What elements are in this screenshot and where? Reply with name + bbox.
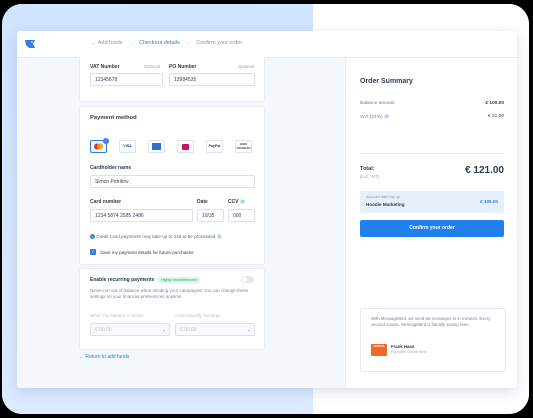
confirm-order-button[interactable]: Confirm your order bbox=[360, 220, 504, 237]
auto-recharge-label: Automatically recharge bbox=[175, 313, 221, 318]
recurring-payments-title: Enable recurring payments Highly recomme… bbox=[90, 277, 200, 283]
app-window: ← Add funds → Checkout details → Confirm… bbox=[17, 31, 517, 388]
return-to-add-funds-link[interactable]: ← Return to add funds bbox=[79, 354, 129, 360]
order-summary-panel: Order Summary Balance amount € 100.00 VA… bbox=[345, 58, 517, 388]
recurring-payments-toggle[interactable] bbox=[241, 276, 254, 283]
visa-icon: VISA bbox=[123, 144, 132, 148]
testimonial-name: Frank Haan bbox=[391, 344, 415, 349]
balance-amount-label: Balance amount bbox=[360, 101, 395, 106]
balance-amount-value: € 100.00 bbox=[485, 101, 504, 106]
top-bar: ← Add funds → Checkout details → Confirm… bbox=[17, 31, 517, 58]
payment-method-card: Payment method ✓ VISA PayPal BANK TRANSF… bbox=[79, 106, 265, 265]
breadcrumb-add-funds[interactable]: ← Add funds bbox=[91, 40, 123, 46]
recurring-description: Never run out of balance when sending yo… bbox=[90, 288, 249, 299]
payment-method-title: Payment method bbox=[90, 115, 137, 121]
balance-below-label: When my balance is below bbox=[90, 313, 144, 318]
arriva-logo-text: ARRIVA bbox=[373, 344, 385, 348]
total-value: € 121.00 bbox=[465, 165, 504, 176]
breadcrumb-checkout-details[interactable]: Checkout details bbox=[139, 40, 180, 46]
account-after-topup-box: Account after top up Hoodie Marketing € … bbox=[360, 191, 504, 213]
vat-number-label: VAT Number bbox=[90, 64, 120, 70]
breadcrumb-separator: → bbox=[128, 40, 134, 46]
vat-info-icon[interactable]: ? bbox=[384, 114, 390, 119]
breadcrumb-confirm-order[interactable]: Confirm your order bbox=[196, 40, 242, 46]
arriva-logo-icon: ARRIVA bbox=[371, 344, 387, 356]
payment-method-mastercard[interactable]: ✓ bbox=[90, 138, 109, 153]
ccv-info-icon[interactable]: ? bbox=[239, 199, 245, 205]
payment-method-visa[interactable]: VISA bbox=[119, 140, 136, 153]
recurring-payments-card: Enable recurring payments Highly recomme… bbox=[79, 268, 265, 350]
cardholder-name-input[interactable]: Simon Petrikov bbox=[90, 175, 255, 188]
bank-transfer-icon: BANK TRANSFER bbox=[236, 142, 251, 150]
payment-method-ideal[interactable] bbox=[177, 140, 194, 153]
recommended-badge: Highly recommended bbox=[157, 277, 200, 283]
save-details-label: Save my payment details for future purch… bbox=[100, 250, 194, 255]
auto-recharge-value: € 00.00 bbox=[180, 327, 197, 333]
account-name: Hoodie Marketing bbox=[366, 202, 405, 207]
device-frame: ← Add funds → Checkout details → Confirm… bbox=[2, 4, 529, 414]
chevron-down-icon: ▾ bbox=[247, 328, 250, 333]
processing-note: i Credit Card payments may take up to 24… bbox=[90, 234, 222, 240]
ccv-label: CCV ? bbox=[228, 199, 245, 205]
total-incl-vat-label: (Incl. VAT) bbox=[360, 174, 380, 179]
payment-method-amex[interactable] bbox=[148, 140, 165, 153]
brand-logo-icon[interactable] bbox=[23, 37, 37, 51]
summary-divider bbox=[360, 153, 504, 154]
testimonial-role: Founder, Online Bird bbox=[391, 350, 426, 354]
balance-amount-row: Balance amount € 100.00 bbox=[360, 101, 504, 106]
amex-icon bbox=[152, 143, 161, 150]
processing-help-icon[interactable]: ? bbox=[216, 234, 222, 240]
chevron-down-icon: ▾ bbox=[162, 328, 165, 333]
total-label: Total: bbox=[360, 166, 375, 172]
card-number-input[interactable]: 1234 5874 2585 2486 bbox=[90, 209, 193, 222]
po-number-label: PO Number bbox=[169, 64, 197, 70]
recurring-payments-title-text: Enable recurring payments bbox=[90, 277, 155, 283]
info-icon: i bbox=[90, 234, 95, 240]
cardholder-name-label: Cardholder name bbox=[90, 165, 132, 171]
paypal-icon: PayPal bbox=[208, 144, 221, 148]
ccv-input[interactable]: 000 bbox=[228, 209, 255, 222]
vat-value: € 21.00 bbox=[487, 114, 504, 119]
ccv-label-text: CCV bbox=[228, 199, 239, 205]
payment-methods-row: ✓ VISA PayPal BANK TRANSFER bbox=[90, 138, 260, 154]
account-value: € 105.00 bbox=[480, 199, 498, 204]
testimonial-card: With MessageBird, we send 5K messages to… bbox=[360, 308, 506, 372]
balance-below-value: € 00.00 bbox=[95, 327, 112, 333]
po-number-input[interactable]: 13984535 bbox=[169, 73, 255, 86]
vat-label: VAT (21%) bbox=[360, 114, 383, 120]
ideal-icon bbox=[182, 143, 189, 150]
breadcrumb: ← Add funds → Checkout details → Confirm… bbox=[91, 40, 246, 46]
vat-row: VAT (21%) ? € 21.00 bbox=[360, 114, 504, 120]
billing-details-card: VAT Number Optional 12345678 PO Number O… bbox=[79, 57, 265, 102]
processing-note-text: Credit Card payments may take up to 24h … bbox=[96, 234, 216, 239]
card-number-label: Card number bbox=[90, 199, 122, 205]
mastercard-icon bbox=[94, 143, 103, 150]
breadcrumb-separator: → bbox=[185, 40, 191, 46]
auto-recharge-select[interactable]: € 00.00 ▾ bbox=[175, 323, 255, 336]
vat-number-input[interactable]: 12345678 bbox=[90, 73, 163, 86]
date-label: Date bbox=[197, 199, 208, 205]
selected-check-icon: ✓ bbox=[103, 138, 109, 144]
date-input[interactable]: 10/35 bbox=[197, 209, 224, 222]
vat-optional-label: Optional bbox=[144, 64, 161, 69]
payment-method-paypal[interactable]: PayPal bbox=[206, 140, 223, 153]
testimonial-quote: With MessageBird, we send 5K messages to… bbox=[371, 316, 491, 327]
payment-method-bank-transfer[interactable]: BANK TRANSFER bbox=[235, 140, 252, 153]
account-note: Account after top up bbox=[366, 195, 400, 199]
save-details-checkbox[interactable]: ✓ bbox=[90, 249, 96, 255]
balance-below-select[interactable]: € 00.00 ▾ bbox=[90, 323, 170, 336]
po-optional-label: Optional bbox=[238, 64, 255, 69]
order-summary-title: Order Summary bbox=[360, 78, 413, 85]
